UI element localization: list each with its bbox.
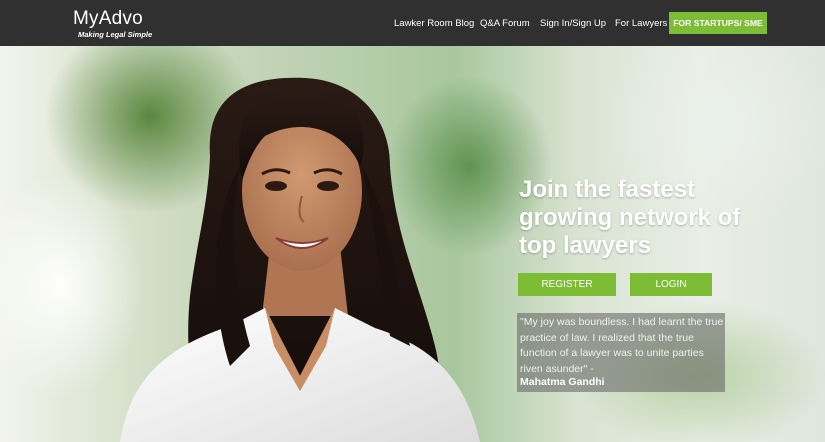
quote-text: "My joy was boundless. I had learnt the … <box>520 316 724 375</box>
page: MyAdvo Making Legal Simple Lawker Room B… <box>0 0 825 442</box>
startups-sme-button[interactable]: FOR STARTUPS/ SME <box>669 12 767 34</box>
nav-link-signin[interactable]: Sign In/Sign Up <box>540 18 606 29</box>
logo-text: MyAdvo <box>73 8 143 29</box>
register-button[interactable]: REGISTER <box>518 273 616 296</box>
logo[interactable]: MyAdvo Making Legal Simple <box>73 8 153 40</box>
hero-banner: Join the fastest growing network of top … <box>0 46 825 442</box>
nav-item-for-lawyers[interactable]: For Lawyers <box>615 0 667 46</box>
top-navbar: MyAdvo Making Legal Simple Lawker Room B… <box>0 0 825 46</box>
nav-item-signin[interactable]: Sign In/Sign Up <box>540 0 606 46</box>
hero-portrait-image <box>120 77 480 442</box>
quote-author: Mahatma Gandhi <box>520 376 605 388</box>
logo-tagline: Making Legal Simple <box>78 30 153 39</box>
nav-link-forum[interactable]: Q&A Forum <box>480 18 530 29</box>
nav-link-for-lawyers[interactable]: For Lawyers <box>615 18 667 29</box>
login-button[interactable]: LOGIN <box>630 273 712 296</box>
hero-headline: Join the fastest growing network of top … <box>519 176 741 259</box>
nav-item-forum[interactable]: Q&A Forum <box>480 0 530 46</box>
nav-item-blog[interactable]: Lawker Room Blog <box>394 0 474 46</box>
nav-link-blog[interactable]: Lawker Room Blog <box>394 18 474 29</box>
